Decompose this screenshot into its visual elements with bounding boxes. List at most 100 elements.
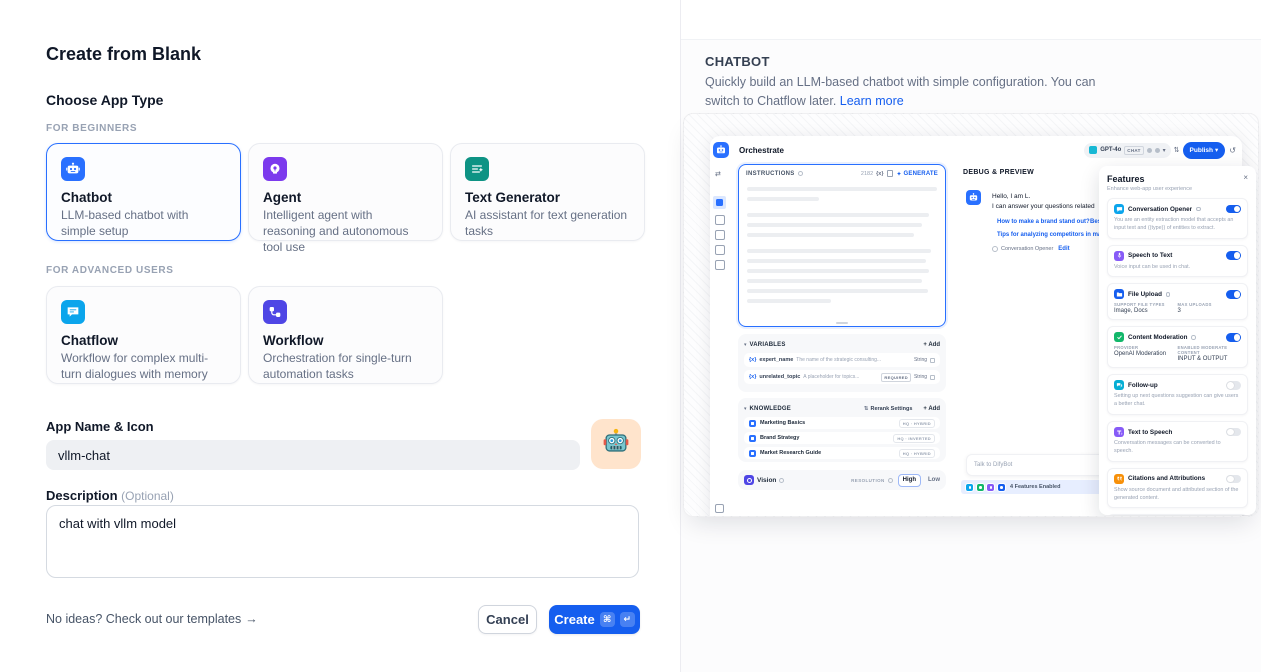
type-icon: [930, 375, 935, 380]
card-chatbot-title: Chatbot: [61, 190, 226, 205]
sidebar-annotations-icon: [715, 245, 725, 255]
copy-icon: [887, 170, 893, 177]
text-generator-icon: [465, 157, 489, 181]
instructions-panel: INSTRUCTIONS 2182 {x} GENERATE: [738, 164, 946, 327]
char-count: 2182: [861, 171, 873, 177]
knowledge-row: Brand Strategy HQ · INVERTED: [744, 432, 940, 444]
sparkle-icon: [896, 171, 902, 177]
preview-description: Quickly build an LLM-based chatbot with …: [705, 73, 1105, 112]
create-button[interactable]: Create ⌘ ↵: [549, 605, 640, 634]
exchange-icon: ⇄: [715, 170, 721, 178]
instructions-skeleton: [747, 187, 937, 318]
card-agent-desc: Intelligent agent with reasoning and aut…: [263, 208, 428, 255]
vision-icon: [744, 475, 754, 485]
arrow-right-icon: →: [245, 612, 258, 626]
preview-sidebar: ⇄: [710, 164, 732, 517]
suggested-question: How to make a brand stand out?: [997, 219, 1090, 225]
card-workflow-desc: Orchestration for single-turn automation…: [263, 351, 428, 383]
preview-screenshot: Orchestrate GPT-4o CHAT ▾ ⇅ Publish▾ ↺: [683, 113, 1259, 517]
orchestrate-title: Orchestrate: [739, 146, 784, 155]
folder-icon: [1114, 289, 1124, 299]
rerank-settings: ⇅Rerank Settings: [864, 406, 912, 412]
card-agent-title: Agent: [263, 190, 428, 205]
knowledge-row: Marketing Basics HQ · HYBRID: [744, 417, 940, 429]
type-icon: [930, 358, 935, 363]
card-agent[interactable]: Agent Intelligent agent with reasoning a…: [248, 143, 443, 241]
debug-preview-title: DEBUG & PREVIEW: [963, 169, 1034, 176]
card-chatflow-desc: Workflow for complex multi-turn dialogue…: [61, 351, 226, 383]
sidebar-orchestrate-icon: [713, 196, 726, 209]
app-name-input[interactable]: [46, 440, 580, 470]
toggle: [1226, 381, 1241, 390]
info-icon: [798, 171, 803, 176]
learn-more-link[interactable]: Learn more: [840, 94, 904, 108]
history-icon: ↺: [1229, 146, 1236, 155]
feature-badge-icon: [976, 483, 985, 492]
variables-panel: ▾ VARIABLES + Add {x} expert_name The na…: [738, 334, 946, 392]
top-strip: [681, 0, 1261, 40]
agent-icon: [263, 157, 287, 181]
card-text-generator[interactable]: Text Generator AI assistant for text gen…: [450, 143, 645, 241]
variable-icon: {x}: [749, 374, 756, 380]
toggle: [1226, 333, 1241, 342]
cancel-button[interactable]: Cancel: [478, 605, 537, 634]
page-title: Create from Blank: [46, 44, 201, 65]
preview-pane: CHATBOT Quickly build an LLM-based chatb…: [681, 0, 1261, 672]
required-badge: REQUIRED: [881, 373, 911, 382]
app-icon-picker[interactable]: [591, 419, 641, 469]
app-name-label: App Name & Icon: [46, 419, 154, 434]
card-chatbot[interactable]: Chatbot LLM-based chatbot with simple se…: [46, 143, 241, 241]
variable-row: {x} expert_name The name of the strategi…: [744, 353, 940, 367]
generate-button: GENERATE: [896, 171, 939, 177]
preview-header: Orchestrate GPT-4o CHAT ▾ ⇅ Publish▾ ↺: [710, 136, 1242, 164]
bot-greeting-2: I can answer your questions related: [992, 203, 1095, 210]
knowledge-add-button: + Add: [923, 406, 940, 412]
clock-icon: [992, 246, 998, 252]
chevron-down-icon: ▾: [744, 406, 747, 412]
index-badge: HQ · HYBRID: [899, 419, 935, 428]
resolution-low-chip: Low: [928, 477, 940, 483]
document-icon: [749, 435, 756, 442]
info-icon: [1196, 207, 1201, 212]
info-icon: [888, 478, 893, 483]
toggle: [1226, 290, 1241, 299]
document-icon: [749, 420, 756, 427]
edit-link: Edit: [1058, 246, 1069, 252]
model-mini-icon-2: [1155, 148, 1160, 153]
text-to-speech-icon: [1114, 427, 1124, 437]
variable-insert-icon: {x}: [876, 171, 883, 177]
description-label: Description (Optional): [46, 488, 174, 503]
knowledge-panel: ▾ KNOWLEDGE ⇅Rerank Settings + Add Marke…: [738, 398, 946, 462]
bot-greeting: Hello, I am L.: [992, 193, 1030, 200]
toggle: [1226, 428, 1241, 437]
enter-key-icon: ↵: [620, 612, 635, 627]
create-button-label: Create: [554, 612, 594, 627]
feature-badge-icon: [986, 483, 995, 492]
card-workflow[interactable]: Workflow Orchestration for single-turn a…: [248, 286, 443, 384]
description-textarea[interactable]: chat with vllm model: [46, 505, 639, 578]
card-chatflow-title: Chatflow: [61, 333, 226, 348]
advanced-cards: Chatflow Workflow for complex multi-turn…: [46, 286, 443, 384]
resize-handle: [836, 322, 848, 324]
bot-avatar-icon: [966, 190, 981, 205]
moderation-icon: [1114, 332, 1124, 342]
sidebar-logs-icon: [715, 230, 725, 240]
templates-link[interactable]: No ideas? Check out our templates→: [46, 612, 258, 626]
card-text-generator-desc: AI assistant for text generation tasks: [465, 208, 630, 240]
document-icon: [749, 450, 756, 457]
sidebar-monitoring-icon: [715, 260, 725, 270]
chatflow-icon: [61, 300, 85, 324]
variable-icon: {x}: [749, 357, 756, 363]
opener-row: Conversation Opener Edit: [992, 246, 1070, 252]
description-optional: (Optional): [121, 489, 174, 503]
rerank-icon: ⇅: [864, 406, 869, 412]
features-panel: Features × Enhance web-app user experien…: [1099, 166, 1256, 515]
sidebar-bottom-icon: [715, 504, 724, 513]
microphone-icon: [1114, 251, 1124, 261]
toggle: [1226, 251, 1241, 260]
card-chatflow[interactable]: Chatflow Workflow for complex multi-turn…: [46, 286, 241, 384]
params-sliders-icon: ⇅: [1174, 146, 1180, 154]
card-workflow-title: Workflow: [263, 333, 428, 348]
publish-button: Publish▾: [1183, 142, 1226, 159]
citations-icon: [1114, 474, 1124, 484]
